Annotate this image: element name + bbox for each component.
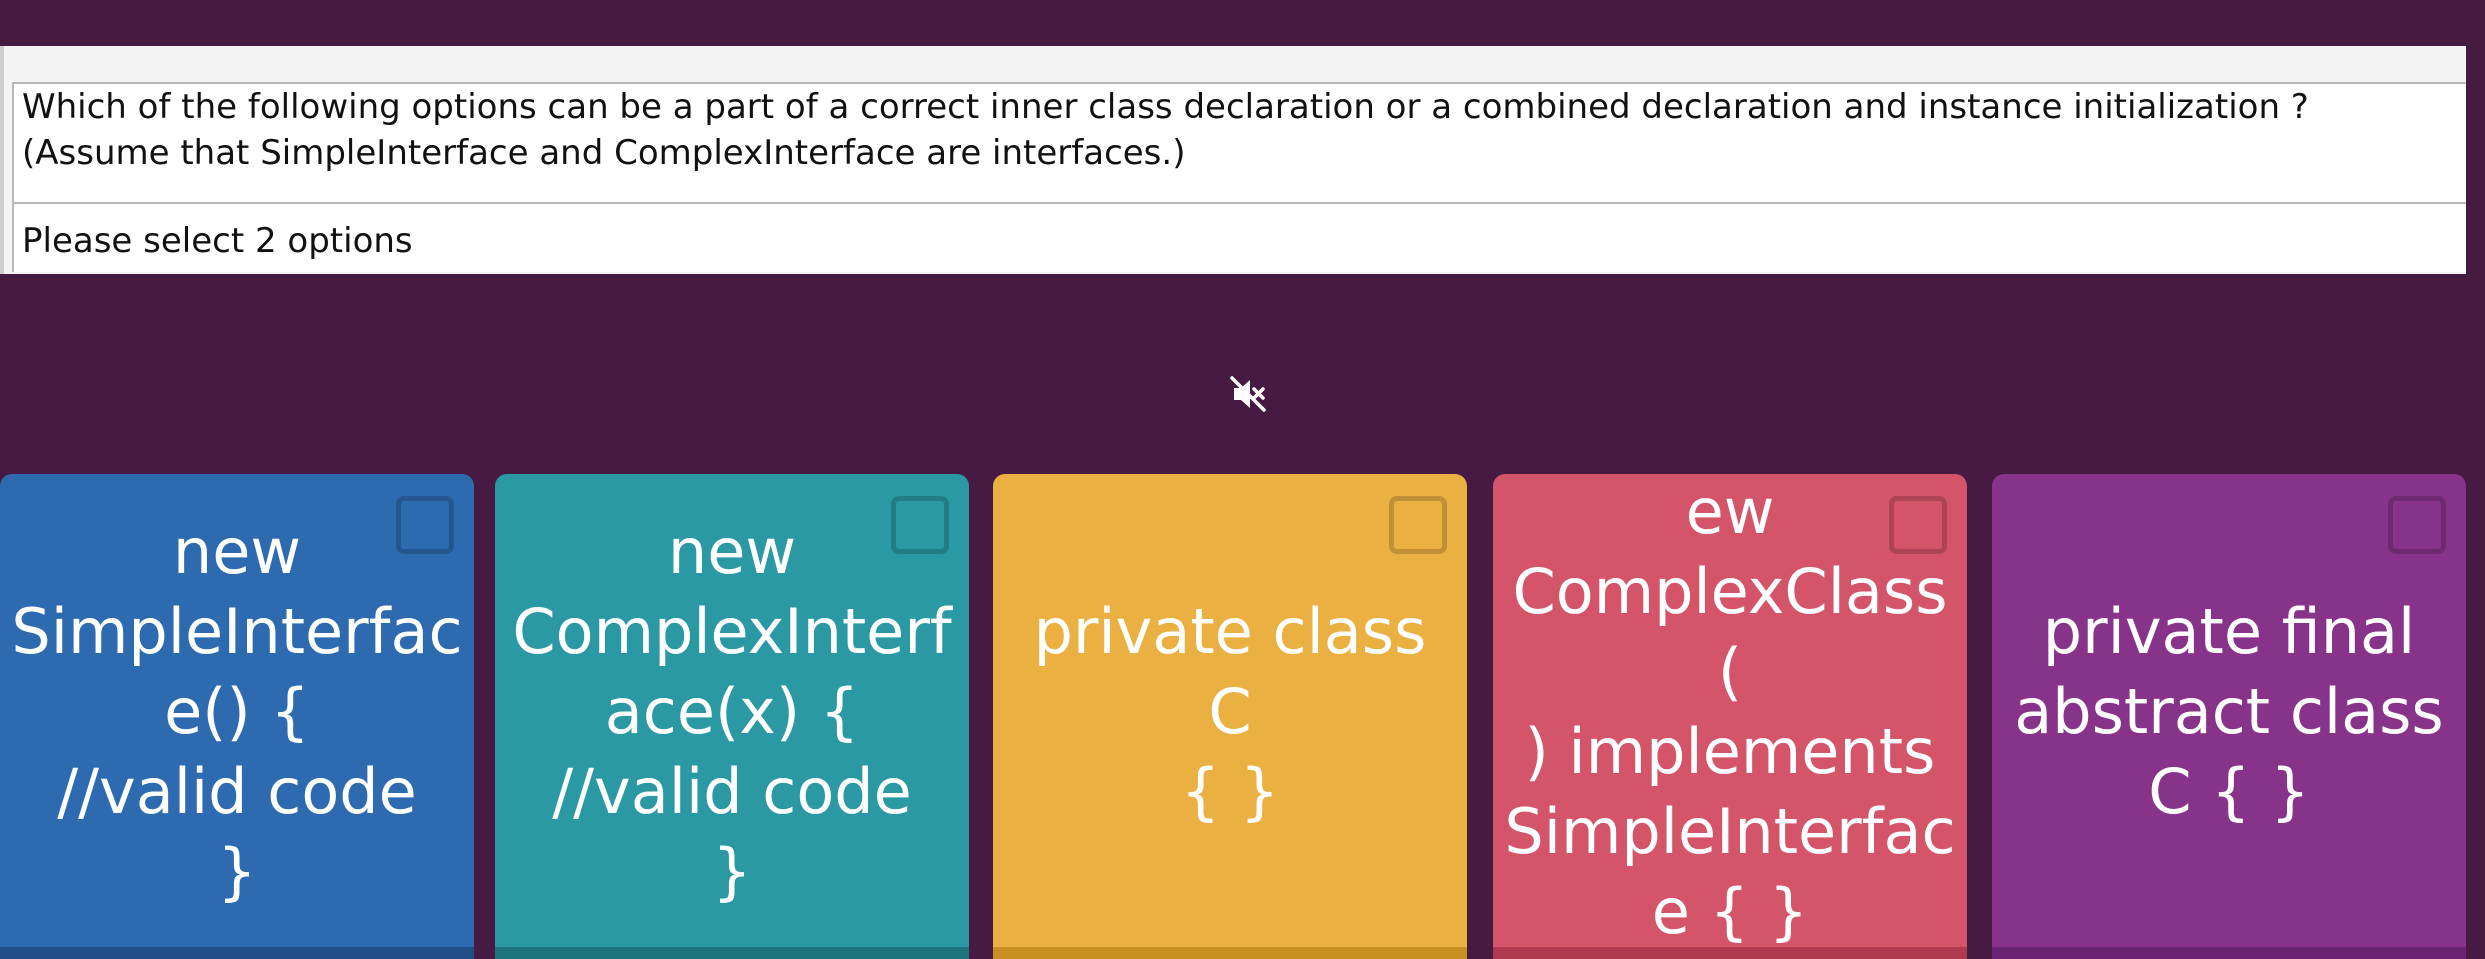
answer-4-line-2: ComplexClass( — [1512, 554, 1948, 708]
answer-label-4: ew ComplexClass( ) implements SimpleInte… — [1503, 472, 1957, 952]
answer-4-line-3: ) implements — [1524, 714, 1936, 788]
answer-1-line-2: SimpleInterfac — [11, 594, 463, 668]
instruction-text: Please select 2 options — [22, 221, 413, 261]
speaker-muted-icon — [1230, 376, 1266, 412]
answer-2-line-1: new — [667, 514, 797, 588]
answer-2-line-5: } — [712, 834, 752, 908]
answer-option-5[interactable]: private final abstract class C { } — [1992, 474, 2466, 959]
answer-option-4[interactable]: ew ComplexClass( ) implements SimpleInte… — [1493, 472, 1967, 959]
card-shadow — [993, 947, 1467, 959]
answer-4-line-5: e { } — [1651, 874, 1809, 948]
answer-4-line-4: SimpleInterfac — [1504, 794, 1956, 868]
panel-edge — [0, 46, 4, 274]
answer-label-2: new ComplexInterf ace(x) { //valid code … — [505, 512, 959, 912]
card-shadow — [1992, 947, 2466, 959]
card-shadow — [495, 947, 969, 959]
answer-1-line-5: } — [217, 834, 257, 908]
answer-5-line-2: abstract class — [2014, 674, 2444, 748]
question-header-strip — [0, 0, 2485, 46]
answer-checkbox-5[interactable] — [2388, 496, 2446, 554]
answer-4-line-1: ew — [1685, 474, 1775, 548]
answer-5-line-3: C { } — [2148, 754, 2310, 828]
answer-2-line-2: ComplexInterf — [512, 594, 952, 668]
answer-2-line-4: //valid code — [552, 754, 912, 828]
answer-label-5: private final abstract class C { } — [2002, 592, 2456, 832]
answer-option-1[interactable]: new SimpleInterfac e() { //valid code } — [0, 474, 474, 959]
answer-options: new SimpleInterfac e() { //valid code } … — [0, 474, 2485, 959]
answer-option-2[interactable]: new ComplexInterf ace(x) { //valid code … — [495, 474, 969, 959]
answer-checkbox-3[interactable] — [1389, 496, 1447, 554]
answer-3-line-2: { } — [1180, 754, 1280, 828]
answer-option-3[interactable]: private class C { } — [993, 474, 1467, 959]
question-line-1: Which of the following options can be a … — [22, 87, 2309, 127]
answer-1-line-3: e() { — [164, 674, 310, 748]
answer-5-line-1: private final — [2042, 594, 2416, 668]
answer-3-line-1: private class C — [1033, 594, 1427, 748]
clipped-header-text — [20, 12, 850, 46]
instruction-box: Please select 2 options — [12, 202, 2466, 272]
answer-1-line-4: //valid code — [57, 754, 417, 828]
answer-2-line-3: ace(x) { — [604, 674, 860, 748]
question-line-2: (Assume that SimpleInterface and Complex… — [22, 133, 1186, 173]
card-shadow — [0, 947, 474, 959]
answer-1-line-1: new — [172, 514, 302, 588]
answer-label-3: private class C { } — [1003, 592, 1457, 832]
answer-label-1: new SimpleInterfac e() { //valid code } — [10, 512, 464, 912]
mute-button[interactable] — [1228, 374, 1268, 414]
question-text-box: Which of the following options can be a … — [12, 82, 2466, 216]
